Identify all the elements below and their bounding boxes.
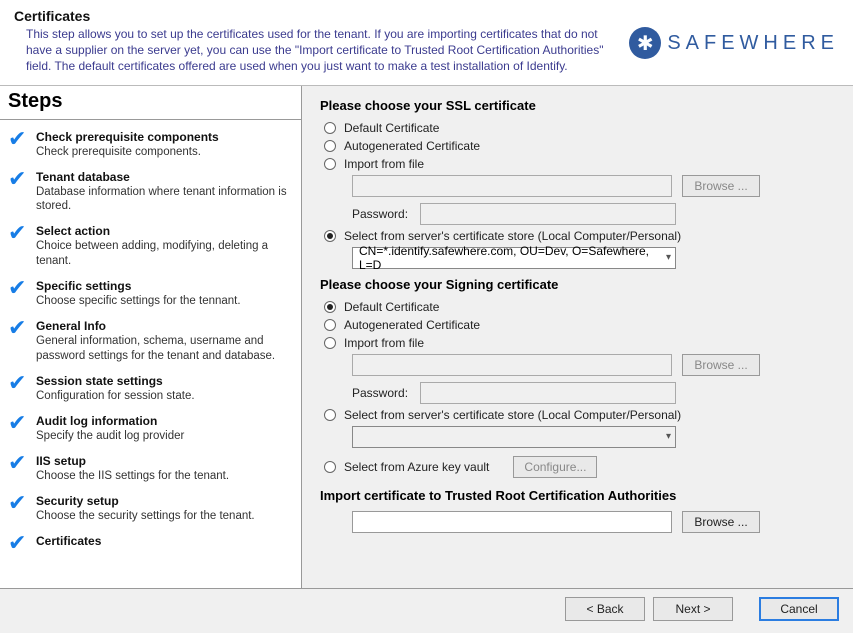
check-icon: ✔: [8, 170, 30, 215]
ssl-store-select[interactable]: CN=*.identify.safewhere.com, OU=Dev, O=S…: [352, 247, 676, 269]
signing-import-path-input: [352, 354, 672, 376]
chevron-down-icon: ▾: [666, 431, 671, 442]
step-title: Check prerequisite components: [36, 130, 295, 144]
trca-section-title: Import certificate to Trusted Root Certi…: [320, 488, 835, 503]
ssl-radio-autogen[interactable]: Autogenerated Certificate: [324, 139, 835, 153]
step-desc: Choose the security settings for the ten…: [36, 509, 295, 524]
signing-radio-import-label: Import from file: [344, 336, 424, 350]
step-title: Select action: [36, 224, 295, 238]
step-item[interactable]: ✔ Security setup Choose the security set…: [6, 490, 297, 530]
signing-radio-autogen[interactable]: Autogenerated Certificate: [324, 318, 835, 332]
ssl-browse-button: Browse ...: [682, 175, 760, 197]
check-icon: ✔: [8, 494, 30, 524]
chevron-down-icon: ▾: [666, 252, 671, 263]
check-icon: ✔: [8, 319, 30, 364]
signing-radio-azure[interactable]: Select from Azure key vault Configure...: [324, 456, 835, 478]
signing-section-title: Please choose your Signing certificate: [320, 277, 835, 292]
radio-icon: [324, 230, 336, 242]
ssl-store-value: CN=*.identify.safewhere.com, OU=Dev, O=S…: [359, 244, 666, 272]
step-item[interactable]: ✔ Select action Choice between adding, m…: [6, 220, 297, 275]
page-title: Certificates: [14, 8, 619, 24]
signing-radio-store[interactable]: Select from server's certificate store (…: [324, 408, 835, 422]
radio-icon: [324, 461, 336, 473]
step-item[interactable]: ✔ IIS setup Choose the IIS settings for …: [6, 450, 297, 490]
step-desc: Check prerequisite components.: [36, 145, 295, 160]
check-icon: ✔: [8, 224, 30, 269]
step-item[interactable]: ✔ Certificates: [6, 530, 297, 558]
step-desc: Choose specific settings for the tennant…: [36, 294, 295, 309]
main-panel: Please choose your SSL certificate Defau…: [302, 86, 853, 588]
step-item[interactable]: ✔ Tenant database Database information w…: [6, 166, 297, 221]
step-desc: Choice between adding, modifying, deleti…: [36, 239, 295, 269]
trca-path-input[interactable]: [352, 511, 672, 533]
step-item[interactable]: ✔ Specific settings Choose specific sett…: [6, 275, 297, 315]
wizard-footer: < Back Next > Cancel: [0, 588, 853, 633]
step-item[interactable]: ✔ Check prerequisite components Check pr…: [6, 126, 297, 166]
signing-browse-button: Browse ...: [682, 354, 760, 376]
step-title: Audit log information: [36, 414, 295, 428]
signing-radio-import[interactable]: Import from file: [324, 336, 835, 350]
radio-icon: [324, 337, 336, 349]
ssl-radio-store[interactable]: Select from server's certificate store (…: [324, 229, 835, 243]
ssl-import-path-input: [352, 175, 672, 197]
step-title: Tenant database: [36, 170, 295, 184]
radio-icon: [324, 409, 336, 421]
steps-sidebar: Steps ✔ Check prerequisite components Ch…: [0, 86, 302, 588]
ssl-password-input: [420, 203, 676, 225]
brand-logo: ✱ SAFEWHERE: [629, 8, 839, 75]
ssl-password-label: Password:: [352, 207, 410, 221]
signing-radio-default[interactable]: Default Certificate: [324, 300, 835, 314]
radio-icon: [324, 122, 336, 134]
check-icon: ✔: [8, 414, 30, 444]
signing-password-input: [420, 382, 676, 404]
step-desc: General information, schema, username an…: [36, 334, 295, 364]
azure-configure-button: Configure...: [513, 456, 597, 478]
step-title: Security setup: [36, 494, 295, 508]
ssl-section-title: Please choose your SSL certificate: [320, 98, 835, 113]
ssl-radio-default-label: Default Certificate: [344, 121, 439, 135]
steps-heading: Steps: [0, 86, 301, 120]
signing-store-select: ▾: [352, 426, 676, 448]
ssl-radio-default[interactable]: Default Certificate: [324, 121, 835, 135]
step-desc: Choose the IIS settings for the tenant.: [36, 469, 295, 484]
signing-radio-azure-label: Select from Azure key vault: [344, 460, 489, 474]
check-icon: ✔: [8, 454, 30, 484]
ssl-radio-import-label: Import from file: [344, 157, 424, 171]
signing-radio-autogen-label: Autogenerated Certificate: [344, 318, 480, 332]
signing-radio-default-label: Default Certificate: [344, 300, 439, 314]
trca-browse-button[interactable]: Browse ...: [682, 511, 760, 533]
steps-list[interactable]: ✔ Check prerequisite components Check pr…: [0, 120, 301, 588]
check-icon: ✔: [8, 374, 30, 404]
step-item[interactable]: ✔ Audit log information Specify the audi…: [6, 410, 297, 450]
check-icon: ✔: [8, 130, 30, 160]
signing-radio-store-label: Select from server's certificate store (…: [344, 408, 681, 422]
check-icon: ✔: [8, 534, 30, 552]
back-button[interactable]: < Back: [565, 597, 645, 621]
signing-password-label: Password:: [352, 386, 410, 400]
step-desc: Configuration for session state.: [36, 389, 295, 404]
ssl-radio-store-label: Select from server's certificate store (…: [344, 229, 681, 243]
step-title: General Info: [36, 319, 295, 333]
step-title: IIS setup: [36, 454, 295, 468]
page-description: This step allows you to set up the certi…: [26, 26, 619, 75]
header: Certificates This step allows you to set…: [0, 0, 853, 86]
ssl-radio-autogen-label: Autogenerated Certificate: [344, 139, 480, 153]
safewhere-icon: ✱: [629, 27, 661, 59]
step-item[interactable]: ✔ General Info General information, sche…: [6, 315, 297, 370]
radio-icon: [324, 319, 336, 331]
radio-icon: [324, 140, 336, 152]
step-desc: Specify the audit log provider: [36, 429, 295, 444]
step-item[interactable]: ✔ Session state settings Configuration f…: [6, 370, 297, 410]
brand-text: SAFEWHERE: [667, 32, 839, 55]
ssl-radio-import[interactable]: Import from file: [324, 157, 835, 171]
step-title: Specific settings: [36, 279, 295, 293]
step-title: Session state settings: [36, 374, 295, 388]
next-button[interactable]: Next >: [653, 597, 733, 621]
radio-icon: [324, 158, 336, 170]
step-desc: Database information where tenant inform…: [36, 185, 295, 215]
cancel-button[interactable]: Cancel: [759, 597, 839, 621]
check-icon: ✔: [8, 279, 30, 309]
radio-icon: [324, 301, 336, 313]
step-title: Certificates: [36, 534, 295, 548]
